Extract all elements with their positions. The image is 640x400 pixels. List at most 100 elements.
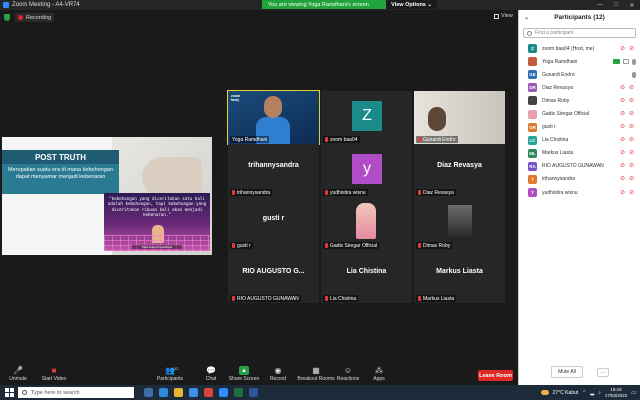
tile-profile-picture xyxy=(448,205,472,237)
meeting-area: Recording View POST TRUTH Merupakan suat… xyxy=(0,10,518,365)
tile-name: Dimas Roby xyxy=(423,242,451,249)
video-tile[interactable]: Dimas Roby xyxy=(414,197,505,250)
mute-all-button[interactable]: Mute All xyxy=(551,366,583,378)
tile-name-label: Gadis Siregar Official xyxy=(323,242,380,249)
tray-chevron-icon[interactable]: ⌃ xyxy=(582,390,586,396)
weather-text[interactable]: 27°C Kabut xyxy=(553,390,579,396)
camera-on-icon xyxy=(613,59,620,65)
slide-description: Merupakan suatu era di mana kebohongan d… xyxy=(2,164,119,194)
participant-avatar: Z xyxy=(528,44,537,54)
security-shield-icon[interactable] xyxy=(4,14,10,21)
camera-off-icon: ⊘ xyxy=(629,124,635,131)
participant-row[interactable]: LC Lia Chistina ⊘ ⊘ xyxy=(519,134,640,147)
volume-icon[interactable]: ♪ xyxy=(598,390,601,396)
share-screen-icon: ▲ xyxy=(239,366,249,375)
video-tile[interactable]: Lia Chistina Lia Chistina xyxy=(321,250,412,303)
chrome-browser-icon[interactable] xyxy=(204,388,213,397)
video-tile[interactable]: zoom fasty Yoga Ramdhani xyxy=(227,90,320,145)
record-button[interactable]: ◉ Record xyxy=(260,366,296,384)
tile-name-label: Gunardi Endro xyxy=(416,136,458,143)
video-tile[interactable]: RIO AUGUSTO G... RIO AUGUSTO GUNAWAN xyxy=(228,250,319,303)
task-view-icon[interactable] xyxy=(144,388,153,397)
zoom-window: Zoom Meeting - A4-VR74 — □ ✕ You are vie… xyxy=(0,0,640,400)
mic-on-icon xyxy=(632,58,636,65)
participant-status xyxy=(613,58,636,65)
window-controls: — □ ✕ xyxy=(592,2,640,9)
participant-name: gusti r xyxy=(542,124,556,131)
tile-name: zoom baa04 xyxy=(330,136,358,143)
store-icon[interactable] xyxy=(189,388,198,397)
participants-button[interactable]: 👥 12 Participants xyxy=(152,366,188,384)
participant-row[interactable]: Zzoom baa04 (Host, me) ⊘ ⊘ xyxy=(519,42,640,55)
tile-name: Gadis Siregar Official xyxy=(330,242,378,249)
windows-start-icon[interactable] xyxy=(5,388,14,397)
clock[interactable]: 19:18 17/03/2022 xyxy=(605,387,628,397)
network-icon[interactable]: ▂ xyxy=(590,390,594,396)
video-tile[interactable]: trihannysandra trihannysandra xyxy=(228,144,319,197)
minimize-button[interactable]: — xyxy=(592,2,608,9)
participant-avatar: Y xyxy=(528,188,537,198)
participant-row[interactable]: Dimas Roby ⊘ ⊘ xyxy=(519,94,640,107)
unmute-label: Unmute xyxy=(9,376,27,382)
view-options-button[interactable]: View Options ⌄ xyxy=(386,0,437,9)
tile-name: RIO AUGUSTO GUNAWAN xyxy=(237,295,299,302)
mic-off-icon: ⊘ xyxy=(620,137,626,144)
tile-center-name: trihannysandra xyxy=(248,162,299,169)
apps-label: Apps xyxy=(373,376,385,382)
tile-name: trihannysandra xyxy=(237,189,271,196)
leave-room-button[interactable]: Leave Room xyxy=(478,370,513,381)
participant-row[interactable]: Yoga Ramdhani xyxy=(519,55,640,68)
more-options-button[interactable]: ... xyxy=(596,367,609,377)
close-button[interactable]: ✕ xyxy=(624,2,640,9)
zoom-taskbar-icon[interactable] xyxy=(219,388,228,397)
mic-off-icon: ⊘ xyxy=(620,189,626,196)
maximize-button[interactable]: □ xyxy=(608,2,624,9)
video-tile[interactable]: Markus Liasta Markus Liasta xyxy=(414,250,505,303)
view-button[interactable]: View xyxy=(494,13,513,19)
participant-avatar xyxy=(528,57,537,67)
unmute-button[interactable]: 🎤 Unmute xyxy=(0,366,36,384)
participant-row[interactable]: GR gusti r ⊘ ⊘ xyxy=(519,121,640,134)
video-tile[interactable]: gusti r gusti r xyxy=(228,197,319,250)
edge-browser-icon[interactable] xyxy=(159,388,168,397)
participant-status: ⊘ ⊘ xyxy=(620,176,636,182)
video-tile[interactable]: Gunardi Endro xyxy=(414,91,505,144)
clock-date: 17/03/2022 xyxy=(604,392,628,398)
participant-row[interactable]: GE Gunardi Endro xyxy=(519,68,640,81)
start-video-button[interactable]: ■ Start Video xyxy=(36,366,72,384)
taskbar-search-input[interactable]: Type here to search xyxy=(18,387,134,398)
video-tile[interactable]: Diaz Revasya Diaz Revasya xyxy=(414,144,505,197)
collapse-chevron-icon[interactable]: ⌄ xyxy=(524,14,529,21)
video-tile[interactable]: y yudhistira wisnu xyxy=(321,144,412,197)
word-icon[interactable] xyxy=(249,388,258,397)
participant-name: trihannysandra xyxy=(542,176,576,183)
participant-row[interactable]: DR Diaz Revasya ⊘ ⊘ xyxy=(519,81,640,94)
mic-off-icon: ⊘ xyxy=(620,45,626,52)
file-explorer-icon[interactable] xyxy=(174,388,183,397)
record-label: Record xyxy=(269,376,287,382)
participant-row[interactable]: ML Markus Liasta ⊘ ⊘ xyxy=(519,147,640,160)
participant-name: Gadis Siregar Official xyxy=(542,111,590,118)
tile-avatar: Z xyxy=(352,101,382,131)
video-tile[interactable]: Zzoom baa04 xyxy=(321,91,412,144)
share-screen-button[interactable]: ▲ Share Screen xyxy=(226,366,262,384)
participant-row[interactable]: Yyudhistira wisnu ⊘ ⊘ xyxy=(519,186,640,199)
participant-avatar xyxy=(528,96,537,106)
participant-status: ⊘ ⊘ xyxy=(620,150,636,156)
notification-icon[interactable]: ▭ xyxy=(631,390,636,396)
tile-name: Lia Chistina xyxy=(330,295,357,302)
participant-search-input[interactable]: Find a participant xyxy=(523,28,636,38)
participant-row[interactable]: Ttrihannysandra ⊘ ⊘ xyxy=(519,173,640,186)
recording-indicator[interactable]: Recording xyxy=(15,13,55,22)
mic-off-icon: ⊘ xyxy=(620,84,626,91)
apps-button[interactable]: ⁂ Apps xyxy=(361,366,397,384)
participant-row[interactable]: RA RIO AUGUSTO GUNAWAN ⊘ ⊘ xyxy=(519,160,640,173)
tile-name: Markus Liasta xyxy=(423,295,455,302)
participant-name: Lia Chistina xyxy=(542,137,569,144)
tile-person-face xyxy=(428,107,446,131)
participant-row[interactable]: Gadis Siregar Official ⊘ ⊘ xyxy=(519,107,640,120)
video-tile[interactable]: Gadis Siregar Official xyxy=(321,197,412,250)
excel-icon[interactable] xyxy=(234,388,243,397)
breakout-rooms-icon: ▦ xyxy=(312,366,320,375)
chat-button[interactable]: 💬 Chat xyxy=(193,366,229,384)
